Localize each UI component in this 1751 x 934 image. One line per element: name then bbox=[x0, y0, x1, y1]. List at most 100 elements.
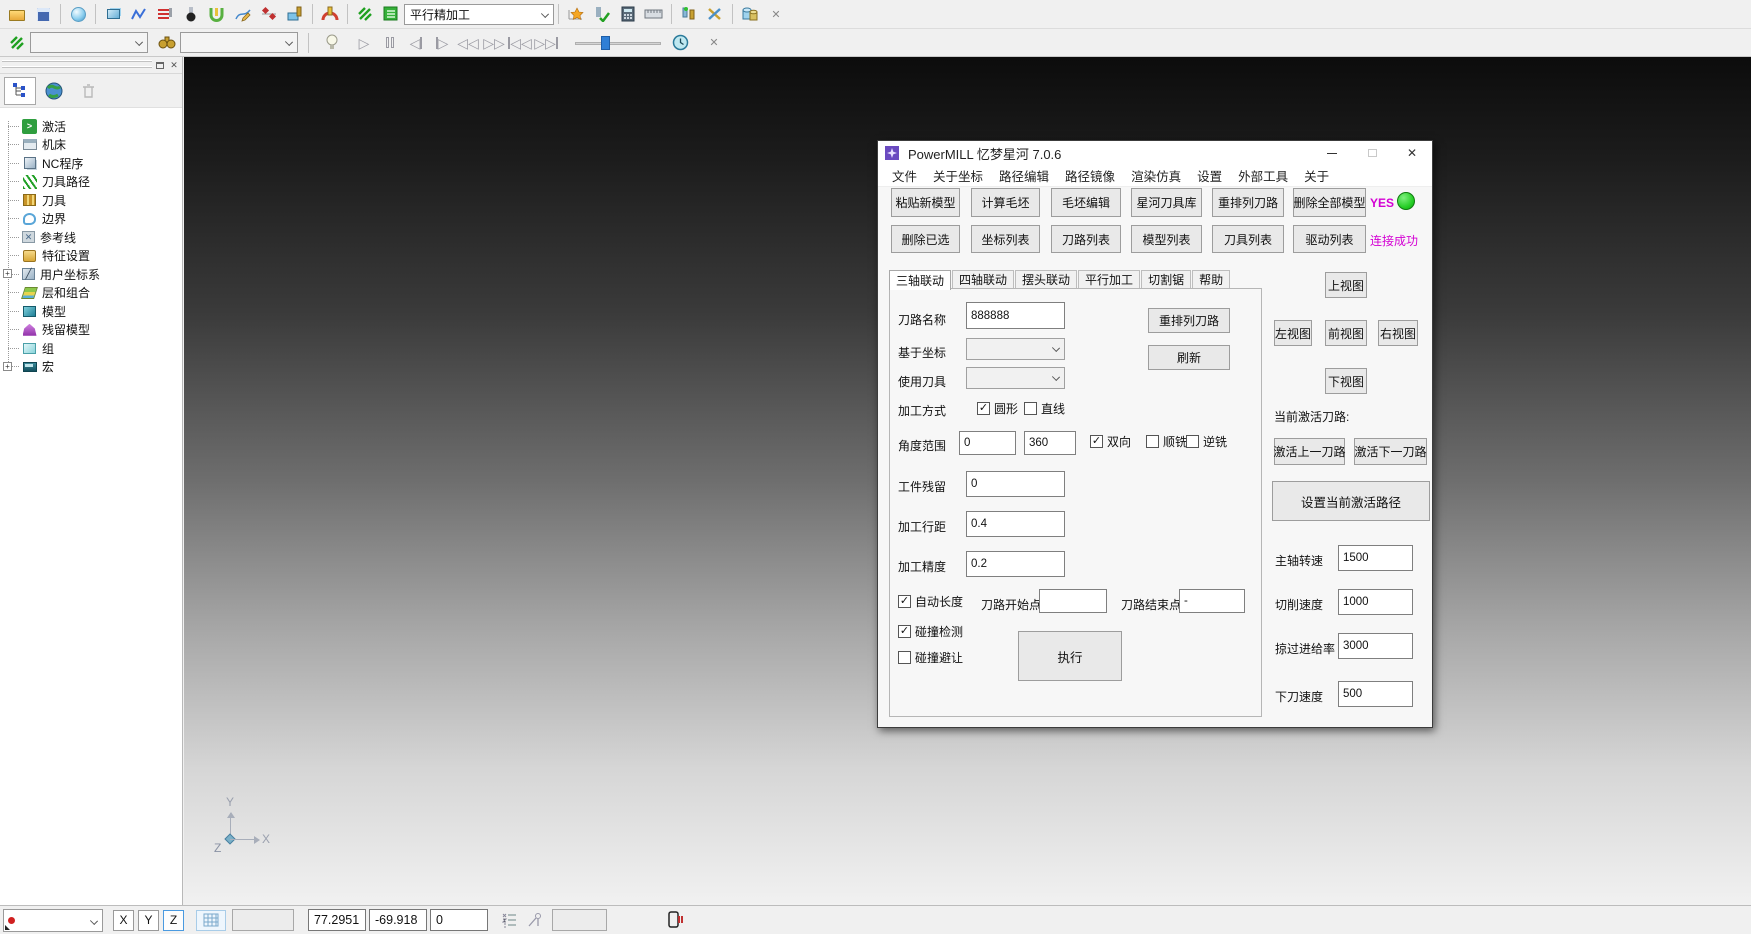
rapid-feed-input[interactable]: 3000 bbox=[1338, 633, 1413, 659]
tree-item-activate[interactable]: > 激活 bbox=[0, 117, 182, 136]
curve-editor-icon[interactable] bbox=[230, 2, 256, 26]
expand-icon[interactable]: + bbox=[3, 269, 12, 278]
tree-item-tools[interactable]: 刀具 bbox=[0, 191, 182, 210]
collision-check-icon[interactable] bbox=[204, 2, 230, 26]
menu-path-edit[interactable]: 路径编辑 bbox=[991, 166, 1057, 185]
stepover-input[interactable]: 0.4 bbox=[966, 511, 1065, 537]
tree-item-groups[interactable]: 组 bbox=[0, 339, 182, 358]
collision-avoid-checkbox[interactable] bbox=[898, 651, 911, 664]
bidirectional-checkbox[interactable] bbox=[1090, 435, 1103, 448]
menu-external-tools[interactable]: 外部工具 bbox=[1230, 166, 1296, 185]
view-front-button[interactable]: 前视图 bbox=[1325, 320, 1367, 346]
calculator-ball-icon[interactable] bbox=[65, 2, 91, 26]
activate-prev-toolpath-button[interactable]: 激活上一刀路 bbox=[1274, 438, 1345, 465]
base-coord-combo[interactable] bbox=[966, 338, 1065, 360]
set-active-path-button[interactable]: 设置当前激活路径 bbox=[1272, 481, 1430, 521]
collision-check-checkbox[interactable] bbox=[898, 625, 911, 638]
expand-icon[interactable]: + bbox=[3, 362, 12, 371]
cutting-feed-input[interactable]: 1000 bbox=[1338, 589, 1413, 615]
probe-icon[interactable] bbox=[526, 912, 544, 928]
strategy-combo[interactable]: 平行精加工 bbox=[404, 4, 554, 25]
stock-remain-input[interactable]: 0 bbox=[966, 471, 1065, 497]
toolpath-star-icon[interactable] bbox=[563, 2, 589, 26]
block-tool-icon[interactable] bbox=[282, 2, 308, 26]
line-checkbox[interactable] bbox=[1024, 402, 1037, 415]
calc-block-button[interactable]: 计算毛坯 bbox=[971, 188, 1040, 217]
tool-holder-icon[interactable] bbox=[317, 2, 343, 26]
tree-item-machine[interactable]: 机床 bbox=[0, 136, 182, 155]
open-file-icon[interactable] bbox=[4, 2, 30, 26]
climb-checkbox[interactable] bbox=[1146, 435, 1159, 448]
calculator-icon[interactable] bbox=[615, 2, 641, 26]
collision-avoid-option[interactable]: 碰撞避让 bbox=[898, 649, 963, 666]
device-pause-icon[interactable] bbox=[667, 911, 683, 929]
activate-next-toolpath-button[interactable]: 激活下一刀路 bbox=[1354, 438, 1427, 465]
tab-saw[interactable]: 切割锯 bbox=[1141, 270, 1191, 288]
cross-swap-icon[interactable] bbox=[702, 2, 728, 26]
axis-x-button[interactable]: X bbox=[113, 910, 134, 931]
menu-render-sim[interactable]: 渲染仿真 bbox=[1123, 166, 1189, 185]
levels-icon[interactable] bbox=[152, 2, 178, 26]
menu-coords[interactable]: 关于坐标 bbox=[925, 166, 991, 185]
tree-item-macros[interactable]: + 宏 bbox=[0, 358, 182, 377]
close-button[interactable]: ✕ bbox=[1392, 141, 1432, 165]
stock-block-icon[interactable] bbox=[100, 2, 126, 26]
toolbar-close-icon[interactable]: ✕ bbox=[701, 31, 727, 55]
sim-tool-combo[interactable] bbox=[180, 32, 298, 53]
tool-check-icon[interactable] bbox=[589, 2, 615, 26]
delete-selected-button[interactable]: 删除已选 bbox=[891, 225, 960, 253]
toolpath-list-button[interactable]: 刀路列表 bbox=[1051, 225, 1121, 253]
rearrange-toolpaths-button[interactable]: 重排列刀路 bbox=[1212, 188, 1284, 217]
menu-file[interactable]: 文件 bbox=[884, 166, 925, 185]
view-bottom-button[interactable]: 下视图 bbox=[1325, 368, 1367, 394]
rewind-icon[interactable]: ◁◁ bbox=[455, 31, 481, 55]
tree-item-levels-sets[interactable]: 层和组合 bbox=[0, 284, 182, 303]
start-point-input[interactable] bbox=[1039, 589, 1107, 613]
tab-help[interactable]: 帮助 bbox=[1192, 270, 1230, 288]
go-end-icon[interactable]: ▷▷ bbox=[533, 31, 559, 55]
coord-list-button[interactable]: 坐标列表 bbox=[971, 225, 1040, 253]
block-edit-button[interactable]: 毛坯编辑 bbox=[1051, 188, 1121, 217]
bulb-icon[interactable] bbox=[319, 31, 345, 55]
speed-slider[interactable] bbox=[575, 36, 661, 50]
tool-library-button[interactable]: 星河刀具库 bbox=[1131, 188, 1202, 217]
angle-to-input[interactable]: 360 bbox=[1024, 431, 1076, 455]
dialog-titlebar[interactable]: PowerMILL 忆梦星河 7.0.6 ✕ bbox=[878, 141, 1432, 165]
tab-world-view[interactable] bbox=[38, 77, 70, 105]
axis-y-button[interactable]: Y bbox=[138, 910, 159, 931]
tool-adjust-icon[interactable] bbox=[676, 2, 702, 26]
conventional-option[interactable]: 逆铣 bbox=[1186, 433, 1227, 450]
execute-button[interactable]: 执行 bbox=[1018, 631, 1122, 681]
toolpath-name-input[interactable]: 888888 bbox=[966, 302, 1065, 329]
minimize-button[interactable] bbox=[1312, 141, 1352, 165]
tree-item-patterns[interactable]: ✕ 参考线 bbox=[0, 228, 182, 247]
menu-about[interactable]: 关于 bbox=[1296, 166, 1337, 185]
save-icon[interactable] bbox=[30, 2, 56, 26]
line-mode-option[interactable]: 直线 bbox=[1024, 400, 1065, 417]
collision-check-option[interactable]: 碰撞检测 bbox=[898, 623, 963, 640]
conventional-checkbox[interactable] bbox=[1186, 435, 1199, 448]
model-list-button[interactable]: 模型列表 bbox=[1131, 225, 1202, 253]
toolbar-close-icon[interactable]: ✕ bbox=[763, 2, 789, 26]
menu-path-mirror[interactable]: 路径镜像 bbox=[1057, 166, 1123, 185]
bidirectional-option[interactable]: 双向 bbox=[1090, 433, 1131, 450]
step-back-icon[interactable]: ◁ bbox=[403, 31, 429, 55]
grid-size-field[interactable] bbox=[232, 909, 294, 931]
angle-from-input[interactable]: 0 bbox=[959, 431, 1016, 455]
tolerance-field[interactable] bbox=[552, 909, 607, 931]
tree-item-stock-models[interactable]: 残留模型 bbox=[0, 321, 182, 340]
tab-swivel-head[interactable]: 摆头联动 bbox=[1015, 270, 1077, 288]
ruler-icon[interactable] bbox=[641, 2, 667, 26]
tool-list-button[interactable]: 刀具列表 bbox=[1212, 225, 1284, 253]
rearrange-button[interactable]: 重排列刀路 bbox=[1148, 308, 1230, 333]
view-right-button[interactable]: 右视图 bbox=[1378, 320, 1418, 346]
tree-item-workplanes[interactable]: + ╱ 用户坐标系 bbox=[0, 265, 182, 284]
auto-length-checkbox[interactable] bbox=[898, 595, 911, 608]
view-left-button[interactable]: 左视图 bbox=[1274, 320, 1312, 346]
paste-model-button[interactable]: 粘贴新模型 bbox=[891, 188, 960, 217]
toolpath-create-icon[interactable] bbox=[126, 2, 152, 26]
end-point-input[interactable]: - bbox=[1179, 589, 1245, 613]
grid-toggle-icon[interactable] bbox=[196, 910, 226, 931]
pane-float-icon[interactable] bbox=[154, 59, 166, 71]
position-combo[interactable] bbox=[3, 909, 103, 932]
